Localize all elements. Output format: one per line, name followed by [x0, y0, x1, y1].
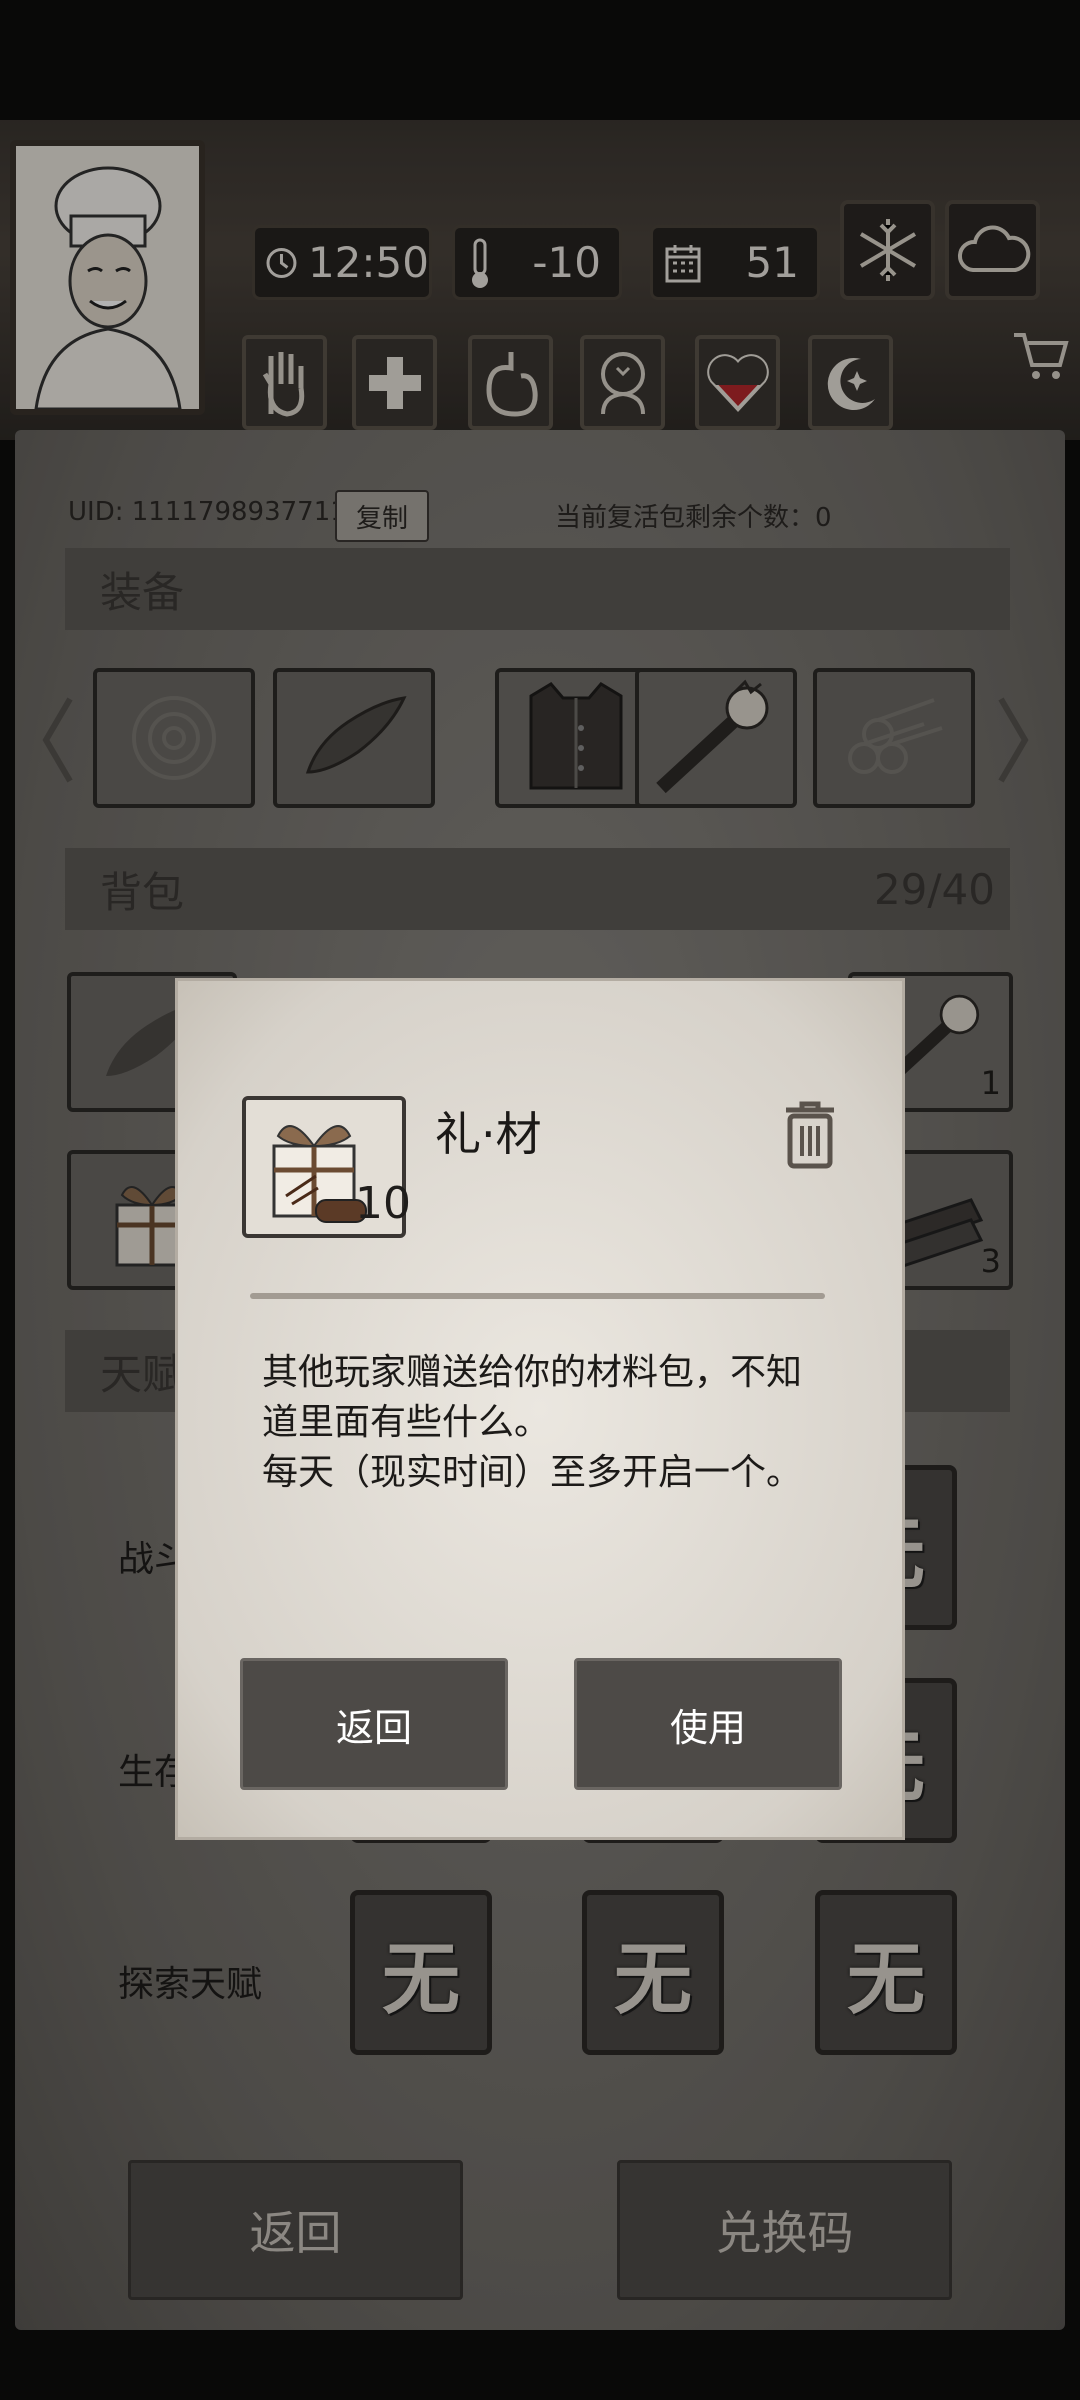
description-line-3: 每天（现实时间）至多开启一个。 [262, 1452, 803, 1493]
description-line-2: 道里面有些什么。 [262, 1402, 551, 1443]
trash-icon[interactable] [780, 1098, 840, 1174]
dialog-use-button[interactable]: 使用 [574, 1658, 842, 1790]
dialog-back-button[interactable]: 返回 [240, 1658, 508, 1790]
item-count: 10 [355, 1178, 411, 1229]
item-name: 礼·材 [435, 1107, 542, 1161]
item-description: 其他玩家赠送给你的材料包，不知 道里面有些什么。 每天（现实时间）至多开启一个。 [262, 1348, 822, 1498]
dialog-divider [250, 1293, 825, 1299]
description-line-1: 其他玩家赠送给你的材料包，不知 [262, 1352, 803, 1393]
